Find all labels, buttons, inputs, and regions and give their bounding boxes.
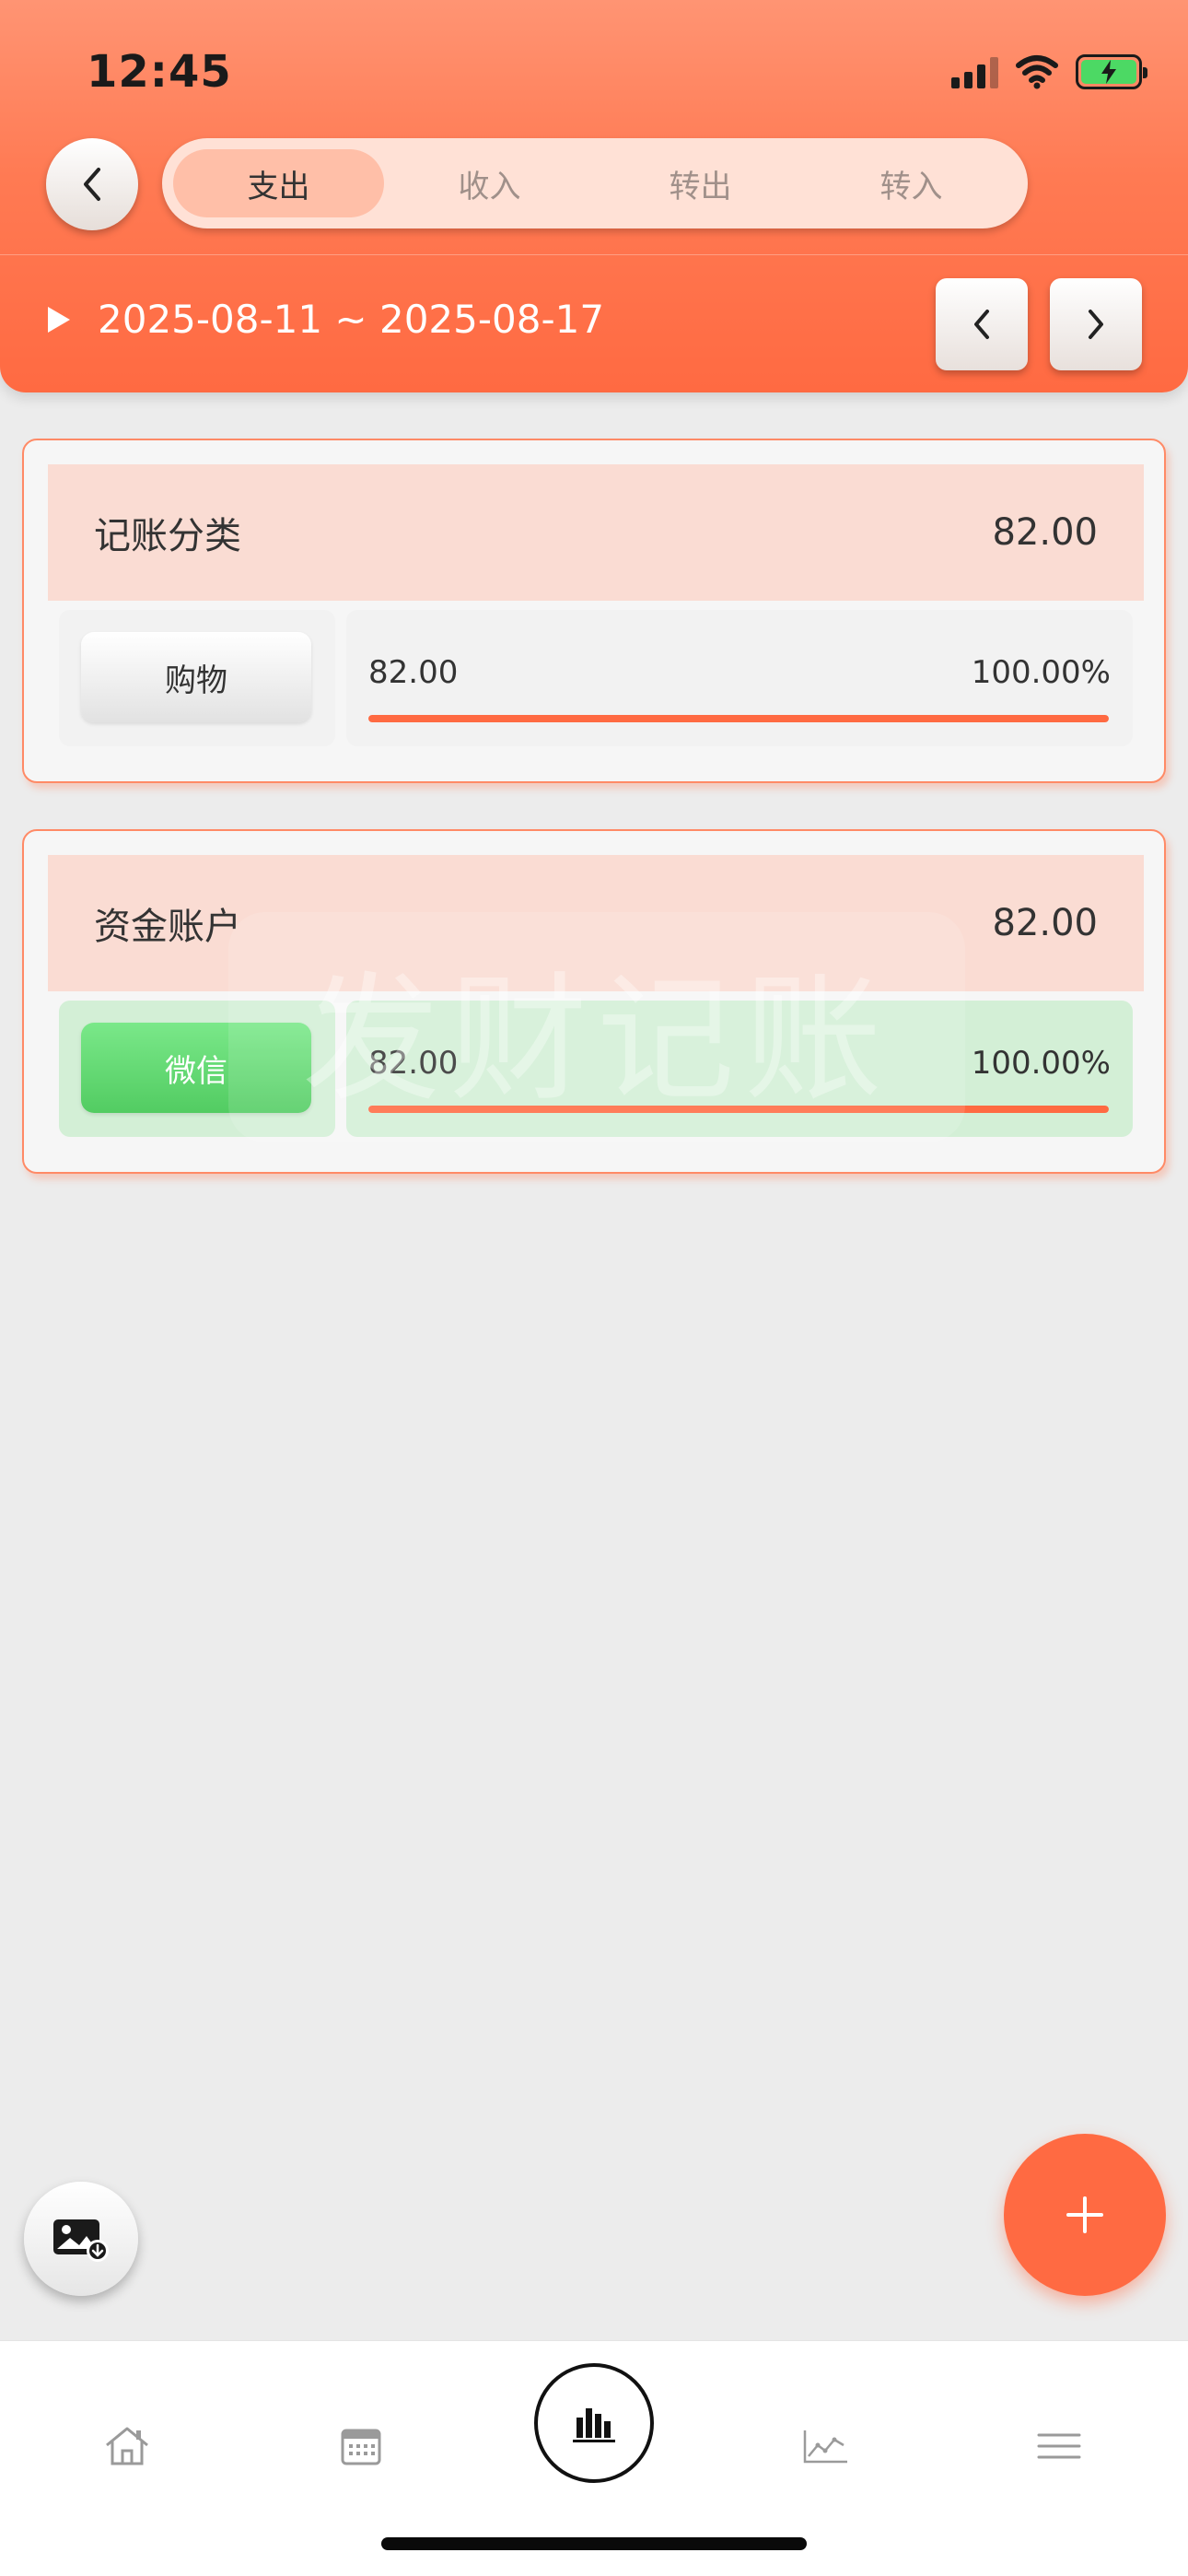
nav-statistics[interactable] <box>534 2363 654 2483</box>
plus-icon <box>1066 2196 1103 2233</box>
category-card-title: 记账分类 <box>94 515 241 557</box>
line-chart-icon <box>803 2430 847 2464</box>
category-row-value-cell: 82.00 100.00% <box>346 610 1133 746</box>
header-divider <box>0 254 1188 255</box>
nav-trend[interactable] <box>779 2400 871 2492</box>
export-image-button[interactable] <box>24 2182 138 2296</box>
category-card-total: 82.00 <box>992 511 1098 554</box>
home-icon <box>106 2427 148 2465</box>
chevron-left-icon <box>84 168 100 201</box>
account-progress-bar <box>368 1106 1109 1113</box>
tab-expense[interactable]: 支出 <box>173 149 384 217</box>
play-triangle-icon <box>48 306 70 333</box>
calendar-icon <box>341 2429 381 2465</box>
signal-icon <box>951 55 998 88</box>
tab-transfer-out[interactable]: 转出 <box>595 149 806 217</box>
category-card-header: 记账分类 82.00 <box>48 464 1144 601</box>
date-range-toggle[interactable]: 2025-08-11 ~ 2025-08-17 <box>46 297 604 342</box>
account-card-title: 资金账户 <box>94 906 241 948</box>
account-row-percent: 100.00% <box>971 1045 1111 1082</box>
chevron-right-icon <box>1089 310 1103 339</box>
add-record-button[interactable] <box>1004 2134 1166 2296</box>
category-row-amount: 82.00 <box>368 654 459 691</box>
category-row-label-cell: 购物 <box>59 610 335 746</box>
account-card-total: 82.00 <box>992 902 1098 944</box>
date-range-text: 2025-08-11 ~ 2025-08-17 <box>98 297 605 342</box>
prev-week-button[interactable] <box>936 278 1028 370</box>
account-progress-fill <box>368 1106 1109 1113</box>
wifi-icon <box>1016 55 1058 89</box>
image-download-icon <box>53 2219 109 2262</box>
status-icons <box>951 52 1147 92</box>
category-chip-shopping[interactable]: 购物 <box>81 632 311 722</box>
menu-icon <box>1037 2433 1081 2459</box>
category-row-percent: 100.00% <box>971 654 1111 691</box>
type-tabs: 支出 收入 转出 转入 <box>162 138 1028 228</box>
next-week-button[interactable] <box>1050 278 1142 370</box>
account-row-amount: 82.00 <box>368 1045 459 1082</box>
category-card: 记账分类 82.00 购物 82.00 100.00% <box>22 439 1166 783</box>
nav-menu[interactable] <box>1013 2400 1105 2492</box>
statistics-screen: 12:45 支出 收入 转出 转入 2025-08-11 ~ 2025-08-1… <box>0 0 1188 2576</box>
back-button[interactable] <box>46 138 138 230</box>
account-card: 资金账户 82.00 微信 82.00 100.00% <box>22 829 1166 1174</box>
tab-transfer-in[interactable]: 转入 <box>806 149 1017 217</box>
account-chip-wechat[interactable]: 微信 <box>81 1023 311 1113</box>
home-indicator <box>381 2537 807 2550</box>
battery-icon <box>1076 54 1147 89</box>
category-progress-bar <box>368 715 1109 722</box>
account-row-value-cell: 82.00 100.00% <box>346 1001 1133 1137</box>
category-progress-fill <box>368 715 1109 722</box>
nav-home[interactable] <box>81 2400 173 2492</box>
chevron-left-icon <box>974 310 989 339</box>
nav-calendar[interactable] <box>315 2400 407 2492</box>
status-time: 12:45 <box>87 46 232 98</box>
account-row-label-cell: 微信 <box>59 1001 335 1137</box>
header: 12:45 支出 收入 转出 转入 2025-08-11 ~ 2025-08-1… <box>0 0 1188 392</box>
tab-income[interactable]: 收入 <box>384 149 595 217</box>
account-card-header: 资金账户 82.00 <box>48 855 1144 991</box>
bar-chart-icon <box>573 2408 615 2442</box>
